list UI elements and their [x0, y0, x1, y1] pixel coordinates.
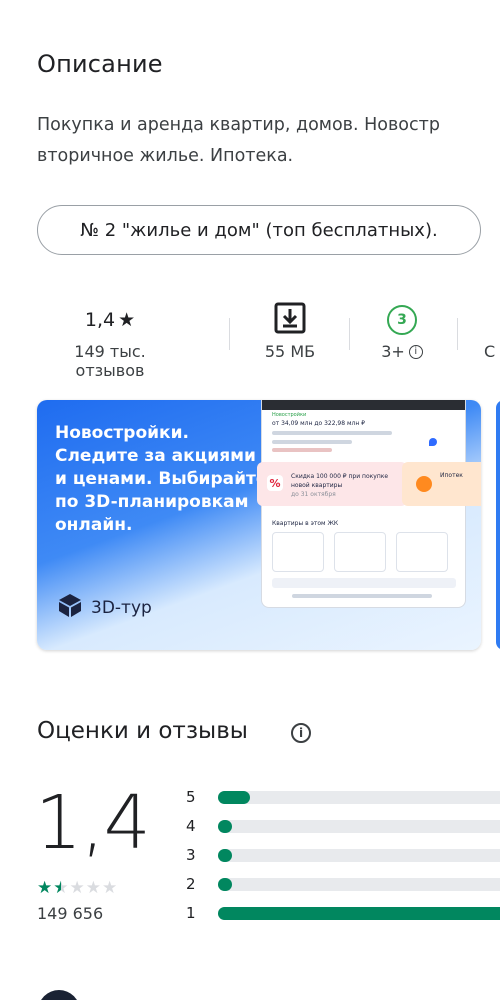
star-icon: ★: [69, 878, 85, 898]
star-icon: ★: [53, 878, 69, 898]
about-title: Описание: [37, 50, 163, 78]
age-rating-label: 3+: [381, 342, 405, 361]
rating-bar-label: 3: [186, 846, 196, 864]
size-stat: 55 МБ: [250, 300, 330, 361]
rating-stat[interactable]: 1,4 ★ 149 тыс. отзывов: [40, 300, 180, 380]
average-rating: 1,4: [35, 780, 151, 866]
description-line-2: вторичное жилье. Ипотека.: [37, 146, 294, 166]
rating-bar-label: 2: [186, 875, 196, 893]
rating-bar-track: [218, 791, 500, 804]
screenshot-promo-text: Новостройки. Следите за акциями и ценами…: [55, 423, 268, 535]
star-icon: ★: [102, 878, 118, 898]
percent-icon: %: [267, 475, 283, 491]
rating-bar-label: 1: [186, 904, 196, 922]
app-description[interactable]: Покупка и аренда квартир, домов. Новостр…: [37, 110, 500, 172]
ranking-chip[interactable]: № 2 "жилье и дом" (топ бесплатных).: [37, 205, 481, 255]
mortgage-card: Ипотек: [402, 462, 481, 506]
rating-value: 1,4: [84, 309, 116, 331]
download-size: 55 МБ: [264, 342, 316, 361]
rating-bar-track: [218, 849, 500, 862]
map-pin-icon: [429, 438, 437, 446]
rating-bar-row: 3: [186, 845, 500, 867]
star-icon: ★: [85, 878, 101, 898]
cut-stat: С: [484, 300, 500, 361]
tour-3d-label: 3D-тур: [91, 597, 152, 618]
phone-price: от 34,09 млн до 322,98 млн ₽: [272, 420, 365, 427]
ranking-chip-label: № 2 "жилье и дом" (топ бесплатных).: [80, 219, 438, 241]
rating-bar-label: 4: [186, 817, 196, 835]
stat-divider: [229, 318, 230, 350]
download-icon: [274, 302, 306, 339]
star-icon: ★: [118, 309, 136, 331]
app-screenshot[interactable]: Новостройки. Следите за акциями и ценами…: [37, 400, 481, 650]
rating-bar-fill: [218, 791, 250, 804]
cube-3d-icon: [57, 592, 83, 623]
info-icon[interactable]: i: [291, 723, 311, 743]
rating-bar-fill: [218, 849, 232, 862]
rating-bar-label: 5: [186, 788, 196, 806]
ratings-count: 149 656: [37, 904, 104, 923]
rating-bar-fill: [218, 907, 500, 920]
stat-divider: [349, 318, 350, 350]
next-screenshot-peek[interactable]: [496, 400, 500, 650]
age-rating-badge: 3: [387, 305, 417, 335]
rating-bar-row: 1: [186, 903, 500, 925]
info-icon: i: [408, 344, 423, 359]
ratings-title: Оценки и отзывы: [37, 718, 248, 744]
stats-row: 1,4 ★ 149 тыс. отзывов 55 МБ 3 3+ i С: [0, 300, 500, 380]
tour-3d: 3D-тур: [57, 592, 152, 623]
stat-divider: [457, 318, 458, 350]
age-rating-stat[interactable]: 3 3+ i: [362, 300, 442, 361]
discount-card-date: до 31 октября: [291, 491, 336, 498]
rating-bar-track: [218, 907, 500, 920]
star-icon: ★: [37, 878, 53, 898]
phone-apartments-label: Квартиры в этом ЖК: [272, 520, 339, 527]
percent-icon: [416, 476, 432, 492]
discount-card-text: Скидка 100 000 ₽ при покупке новой кварт…: [291, 473, 389, 489]
rating-bar-track: [218, 878, 500, 891]
phone-green-label: Новостройки: [272, 412, 307, 418]
rating-bar-row: 2: [186, 874, 500, 896]
reviews-count: 149 тыс. отзывов: [74, 342, 146, 380]
mortgage-card-text: Ипотек: [440, 472, 463, 479]
rating-bar-row: 5: [186, 787, 500, 809]
rating-bar-fill: [218, 820, 232, 833]
avatar: [38, 990, 80, 1000]
discount-card: % Скидка 100 000 ₽ при покупке новой ква…: [257, 462, 407, 506]
rating-stars: ★ ★ ★ ★ ★: [37, 878, 117, 898]
rating-bar-fill: [218, 878, 232, 891]
rating-bar-track: [218, 820, 500, 833]
description-line-1: Покупка и аренда квартир, домов. Новостр: [37, 115, 440, 135]
cut-stat-label: С: [484, 342, 496, 361]
rating-bar-row: 4: [186, 816, 500, 838]
